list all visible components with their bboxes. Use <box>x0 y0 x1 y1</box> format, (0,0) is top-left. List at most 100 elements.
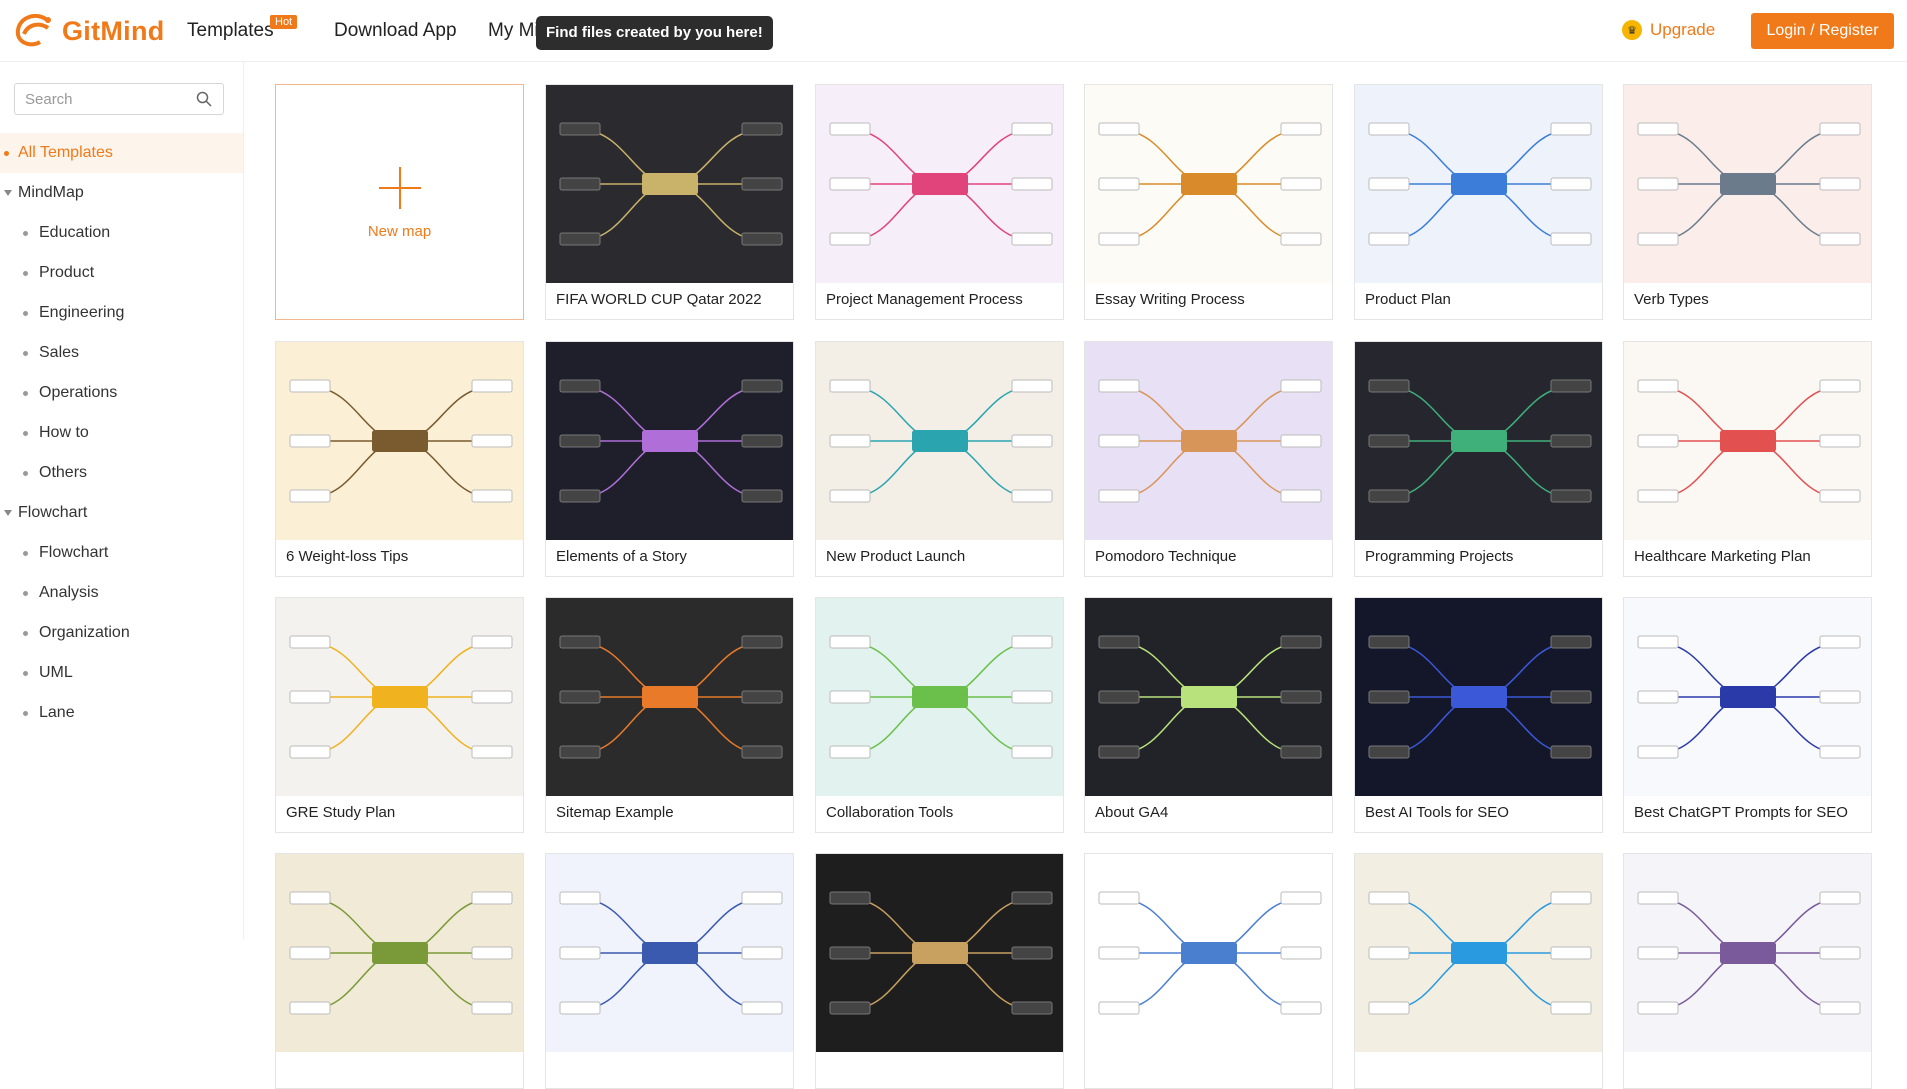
template-card[interactable] <box>1354 853 1603 1089</box>
logo-text: GitMind <box>62 15 165 46</box>
nav-download-app[interactable]: Download App <box>334 20 457 42</box>
nav-templates[interactable]: Templates <box>187 20 274 42</box>
bullet-icon <box>23 390 28 396</box>
bullet-icon <box>23 350 28 356</box>
template-card[interactable]: Elements of a Story <box>545 341 794 577</box>
template-card[interactable]: Best ChatGPT Prompts for SEO <box>1623 597 1872 833</box>
template-card[interactable]: Healthcare Marketing Plan <box>1623 341 1872 577</box>
template-title: Elements of a Story <box>556 548 687 565</box>
sidebar-item-flowchart[interactable]: Flowchart <box>0 493 243 533</box>
template-thumbnail <box>276 598 523 796</box>
template-card[interactable] <box>1084 853 1333 1089</box>
sidebar-item-uml[interactable]: UML <box>0 653 243 693</box>
template-card[interactable]: About GA4 <box>1084 597 1333 833</box>
template-thumbnail <box>1085 598 1332 796</box>
template-card[interactable]: Project Management Process <box>815 84 1064 320</box>
template-card[interactable]: Pomodoro Technique <box>1084 341 1333 577</box>
template-thumbnail <box>1624 854 1871 1052</box>
sidebar-item-all-templates[interactable]: All Templates <box>0 133 243 173</box>
template-title: Best AI Tools for SEO <box>1365 804 1509 821</box>
sidebar-item-organization[interactable]: Organization <box>0 613 243 653</box>
upgrade-link[interactable]: ♛ Upgrade <box>1622 20 1715 40</box>
template-card[interactable]: Sitemap Example <box>545 597 794 833</box>
nav-my-files[interactable]: My Mi <box>488 20 539 42</box>
template-title: Sitemap Example <box>556 804 674 821</box>
template-card[interactable] <box>275 853 524 1089</box>
template-card[interactable] <box>545 853 794 1089</box>
template-thumbnail <box>546 854 793 1052</box>
new-map-card[interactable]: New map <box>275 84 524 320</box>
template-title: Programming Projects <box>1365 548 1514 565</box>
template-thumbnail <box>1085 85 1332 283</box>
bullet-icon <box>23 430 28 436</box>
template-card[interactable]: 6 Weight-loss Tips <box>275 341 524 577</box>
login-register-button[interactable]: Login / Register <box>1751 13 1894 49</box>
template-title: Best ChatGPT Prompts for SEO <box>1634 804 1848 821</box>
template-card[interactable]: Programming Projects <box>1354 341 1603 577</box>
template-thumbnail <box>816 598 1063 796</box>
bullet-icon <box>4 150 9 156</box>
sidebar-item-label: Analysis <box>39 584 99 601</box>
chevron-down-icon[interactable] <box>4 510 12 516</box>
bullet-icon <box>23 710 28 716</box>
sidebar-item-mindmap[interactable]: MindMap <box>0 173 243 213</box>
sidebar-item-product[interactable]: Product <box>0 253 243 293</box>
template-card[interactable]: FIFA WORLD CUP Qatar 2022 <box>545 84 794 320</box>
template-thumbnail <box>546 342 793 540</box>
template-thumbnail <box>816 85 1063 283</box>
template-thumbnail <box>1355 85 1602 283</box>
bullet-icon <box>23 470 28 476</box>
bullet-icon <box>23 590 28 596</box>
sidebar-item-engineering[interactable]: Engineering <box>0 293 243 333</box>
template-card[interactable]: Essay Writing Process <box>1084 84 1333 320</box>
sidebar-item-label: Engineering <box>39 304 125 321</box>
template-title: Essay Writing Process <box>1095 291 1245 308</box>
template-thumbnail <box>546 598 793 796</box>
plus-icon <box>379 167 421 209</box>
chevron-down-icon[interactable] <box>4 190 12 196</box>
sidebar-item-sales[interactable]: Sales <box>0 333 243 373</box>
sidebar-item-label: Flowchart <box>18 504 88 521</box>
template-thumbnail <box>1355 854 1602 1052</box>
upgrade-label: Upgrade <box>1650 20 1716 39</box>
template-thumbnail <box>1624 342 1871 540</box>
sidebar-item-label: Operations <box>39 384 118 401</box>
template-card[interactable]: Product Plan <box>1354 84 1603 320</box>
template-title: FIFA WORLD CUP Qatar 2022 <box>556 291 762 308</box>
search-icon[interactable] <box>196 91 212 107</box>
template-title: Collaboration Tools <box>826 804 954 821</box>
sidebar-item-education[interactable]: Education <box>0 213 243 253</box>
sidebar-item-analysis[interactable]: Analysis <box>0 573 243 613</box>
sidebar-item-others[interactable]: Others <box>0 453 243 493</box>
sidebar-item-operations[interactable]: Operations <box>0 373 243 413</box>
sidebar-item-how-to[interactable]: How to <box>0 413 243 453</box>
template-thumbnail <box>1085 854 1332 1052</box>
gitmind-logo[interactable]: GitMind <box>14 14 165 48</box>
new-map-label: New map <box>367 223 432 240</box>
sidebar-item-label: Product <box>39 264 95 281</box>
template-card[interactable]: Collaboration Tools <box>815 597 1064 833</box>
template-card[interactable]: GRE Study Plan <box>275 597 524 833</box>
template-card[interactable]: Verb Types <box>1623 84 1872 320</box>
template-thumbnail <box>1355 598 1602 796</box>
sidebar-item-label: All Templates <box>18 144 113 161</box>
sidebar-item-flowchart[interactable]: Flowchart <box>0 533 243 573</box>
template-card[interactable]: Best AI Tools for SEO <box>1354 597 1603 833</box>
search-input[interactable]: Search <box>14 83 224 115</box>
sidebar-item-label: MindMap <box>18 184 84 201</box>
sidebar-item-label: Flowchart <box>39 544 109 561</box>
template-card[interactable] <box>1623 853 1872 1089</box>
template-card[interactable]: New Product Launch <box>815 341 1064 577</box>
search-placeholder: Search <box>25 90 73 108</box>
top-header: GitMind Templates Hot Download App My Mi… <box>0 0 1907 62</box>
sidebar-item-lane[interactable]: Lane <box>0 693 243 733</box>
template-card[interactable] <box>815 853 1064 1089</box>
sidebar-item-label: Lane <box>39 704 75 721</box>
template-thumbnail <box>276 342 523 540</box>
bullet-icon <box>23 310 28 316</box>
template-thumbnail <box>1624 85 1871 283</box>
crown-icon: ♛ <box>1622 20 1642 40</box>
bullet-icon <box>23 670 28 676</box>
template-title: Pomodoro Technique <box>1095 548 1237 565</box>
template-title: Healthcare Marketing Plan <box>1634 548 1811 565</box>
